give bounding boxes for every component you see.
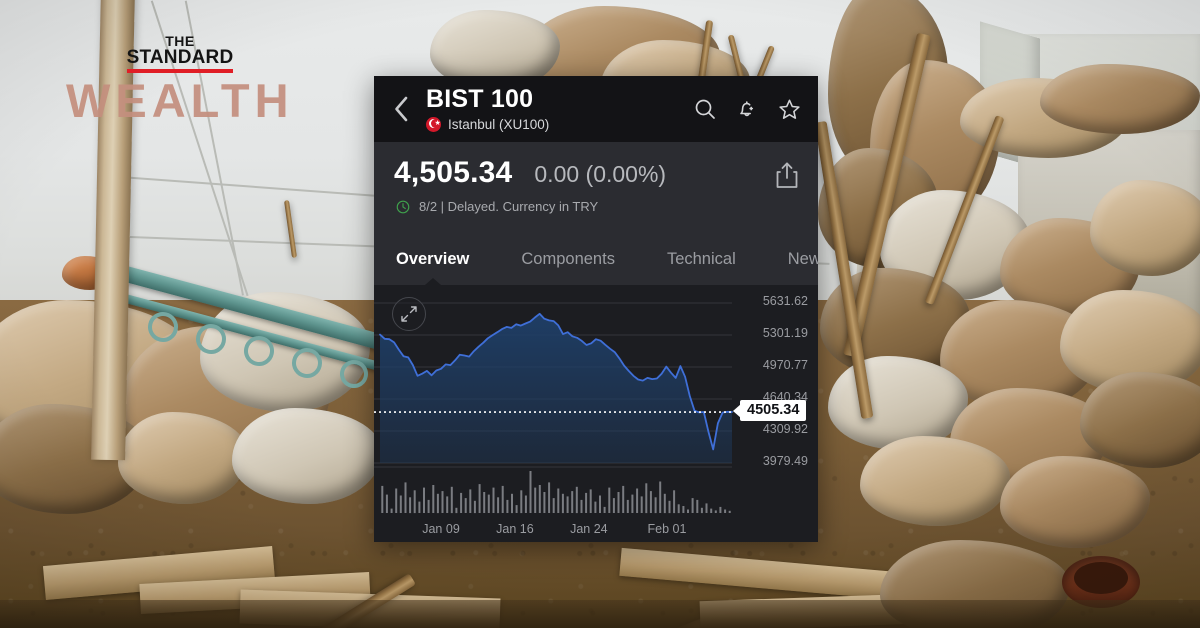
price-change: 0.00 (0.00%) (534, 161, 667, 187)
y-axis-tick: 3979.49 (762, 454, 808, 468)
logo-wealth-text: WEALTH (66, 73, 294, 127)
screenshot-root: THE STANDARD WEALTH BIST 100 ★ Istanbul … (0, 0, 1200, 628)
quote-meta-row: 8/2 | Delayed. Currency in TRY (394, 199, 802, 214)
search-icon[interactable] (693, 97, 717, 121)
quote-meta-text: 8/2 | Delayed. Currency in TRY (419, 199, 599, 214)
rusty-pan-inner (1074, 562, 1128, 594)
foreground-blur (0, 600, 1200, 628)
stock-quote-card: BIST 100 ★ Istanbul (XU100) 4,505.34 0.0… (374, 76, 818, 542)
tab-bar: Overview Components Technical News (374, 227, 818, 285)
current-price-marker: 4505.34 (740, 400, 807, 422)
x-axis-tick: Jan 24 (570, 522, 608, 536)
x-axis-tick: Jan 09 (422, 522, 460, 536)
header-actions (693, 97, 802, 122)
tab-components[interactable]: Components (521, 250, 615, 285)
y-axis-tick: 4309.92 (762, 421, 808, 436)
tab-news[interactable]: News (788, 250, 818, 285)
logo-the-text: THE (165, 33, 195, 49)
y-axis-tick: 4970.77 (762, 357, 808, 372)
tab-technical[interactable]: Technical (667, 250, 736, 285)
instrument-exchange-row: ★ Istanbul (XU100) (426, 116, 693, 132)
clock-icon (396, 200, 410, 213)
price-chart[interactable]: 5631.62 5301.19 4970.77 4640.34 4309.92 3979.… (374, 285, 818, 542)
header-titles: BIST 100 ★ Istanbul (XU100) (416, 85, 693, 132)
back-button[interactable] (386, 92, 416, 126)
card-header: BIST 100 ★ Istanbul (XU100) (374, 76, 818, 142)
quote-area: 4,505.34 0.00 (0.00%) 8/2 | Delayed. Cur… (374, 142, 818, 227)
share-icon[interactable] (774, 160, 800, 195)
last-price: 4,505.34 (394, 156, 513, 189)
logo-wordmark: THE STANDARD (100, 34, 260, 73)
chevron-left-icon (395, 96, 408, 122)
rubble-pile (1080, 372, 1200, 468)
the-standard-wealth-logo: THE STANDARD WEALTH (62, 34, 292, 124)
x-axis-tick: Jan 16 (496, 522, 534, 536)
quote-row: 4,505.34 0.00 (0.00%) (394, 156, 802, 190)
instrument-exchange: Istanbul (XU100) (448, 116, 550, 132)
y-axis-tick: 5301.19 (762, 326, 808, 340)
expand-diagonal-icon[interactable] (392, 297, 426, 331)
bell-plus-icon[interactable] (735, 97, 759, 121)
instrument-title: BIST 100 (426, 85, 534, 114)
tab-overview[interactable]: Overview (396, 250, 469, 285)
y-axis-tick: 5631.62 (762, 294, 808, 308)
x-axis-tick: Feb 01 (647, 522, 687, 536)
logo-standard-text: STANDARD (126, 48, 234, 73)
turkey-flag-icon: ★ (426, 116, 441, 132)
star-outline-icon[interactable] (777, 97, 802, 122)
rubble-pile (1090, 180, 1200, 276)
